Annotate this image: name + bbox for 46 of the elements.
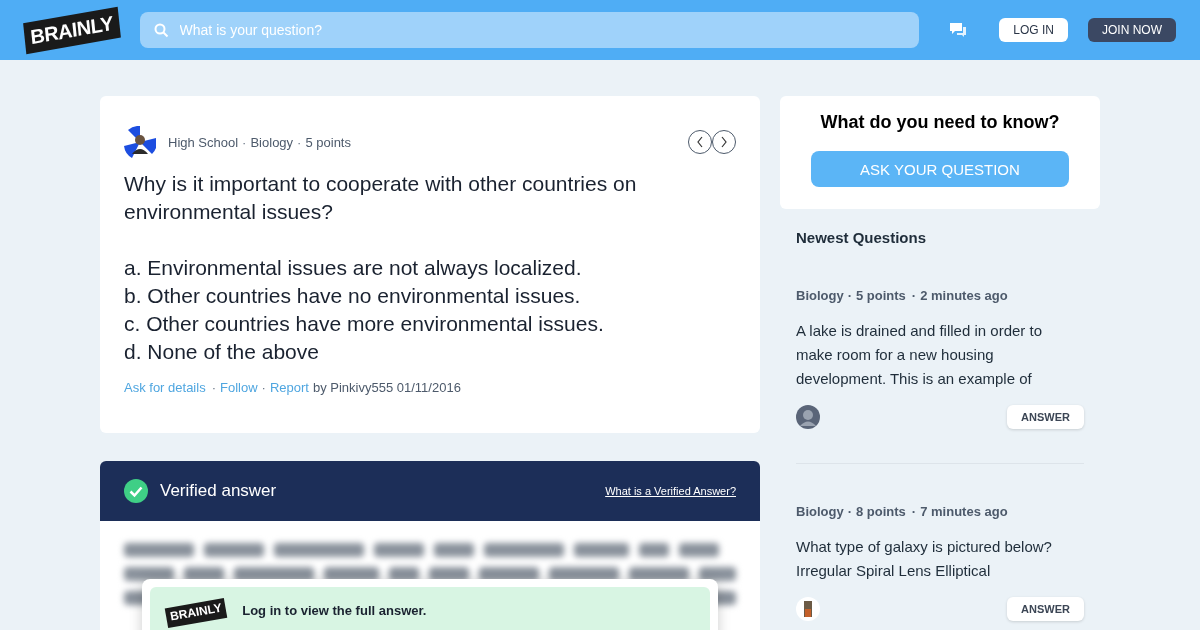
search-field[interactable]: What is your question? bbox=[139, 12, 920, 48]
question-link[interactable]: A lake is drained and filled in order to make room for a new housing development. This is an example of bbox=[796, 319, 1076, 391]
separator-dot: · bbox=[847, 504, 852, 519]
question-time: 2 minutes ago bbox=[920, 288, 1008, 303]
next-button[interactable] bbox=[712, 130, 736, 154]
help-link[interactable]: What is a Verified Answer? bbox=[605, 485, 736, 497]
brand-logo: BRAINLY bbox=[164, 597, 228, 629]
chevron-right-icon bbox=[721, 136, 727, 148]
answer-option: c. Other countries have more environmental issues. bbox=[124, 310, 736, 338]
separator-dot: · bbox=[911, 288, 917, 303]
separator-dot: · bbox=[847, 288, 852, 303]
prompt-text: Log in to view the full answer. bbox=[242, 603, 427, 620]
section-title: Newest Questions bbox=[796, 229, 928, 246]
answer-button[interactable]: ANSWER bbox=[1007, 405, 1084, 429]
brand-logo[interactable]: BRAINLY bbox=[23, 6, 121, 54]
question-text: Why is it important to cooperate with other countries on environmental issues? bbox=[124, 171, 638, 225]
user-avatar bbox=[124, 126, 156, 158]
join-button[interactable]: JOIN NOW bbox=[1088, 18, 1176, 42]
ask-title: What do you need to know? bbox=[820, 112, 1060, 133]
answer-title: Verified answer bbox=[160, 481, 278, 501]
question-meta: Biology bbox=[250, 134, 294, 150]
chevron-left-icon bbox=[697, 136, 703, 148]
question-time: 7 minutes ago bbox=[920, 504, 1008, 519]
check-icon bbox=[124, 479, 148, 503]
question-subject: Biology bbox=[796, 504, 844, 519]
answer-option: a. Environmental issues are not always localized. bbox=[124, 254, 736, 282]
chat-icon bbox=[949, 22, 968, 38]
previous-button[interactable] bbox=[688, 130, 712, 154]
answer-option: b. Other countries have no environmental issues. bbox=[124, 282, 736, 310]
question-link[interactable]: What type of galaxy is pictured below? Irregular Spiral Lens Elliptical bbox=[796, 535, 1076, 583]
author-info: by Pinkivy555 01/11/2016 bbox=[312, 380, 461, 395]
question-points: 5 points bbox=[856, 288, 906, 303]
separator-dot: · bbox=[261, 380, 266, 395]
question-points: 8 points bbox=[856, 504, 906, 519]
login-button[interactable]: LOG IN bbox=[999, 18, 1068, 42]
separator-dot: · bbox=[242, 134, 247, 150]
separator-dot: · bbox=[911, 504, 917, 519]
question-meta: 5 points bbox=[305, 134, 351, 150]
separator-dot: · bbox=[297, 134, 302, 150]
answer-button[interactable]: ANSWER bbox=[1007, 597, 1084, 621]
question-meta: High School bbox=[168, 134, 239, 150]
separator-dot: · bbox=[211, 380, 216, 395]
search-icon bbox=[153, 23, 169, 38]
answer-option: d. None of the above bbox=[124, 338, 736, 366]
question-subject: Biology bbox=[796, 288, 844, 303]
avatar-icon bbox=[796, 405, 820, 429]
